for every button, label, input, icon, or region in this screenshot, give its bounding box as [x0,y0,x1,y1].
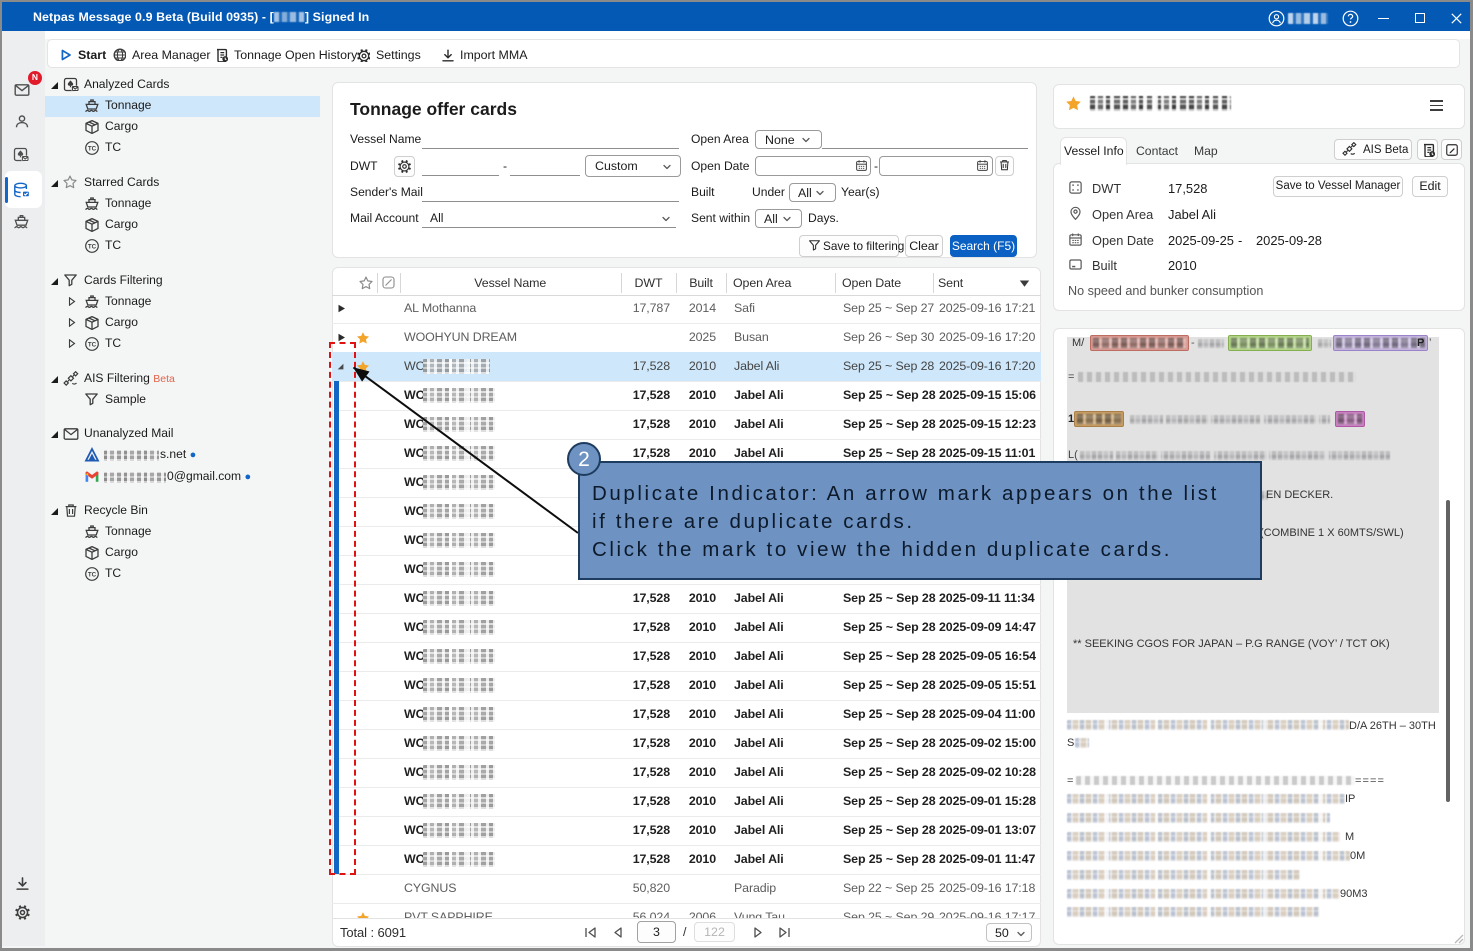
svg-text:TC: TC [88,243,97,250]
svg-text:TC: TC [88,145,97,152]
svg-text:TC: TC [88,341,97,348]
svg-text:TC: TC [88,571,97,578]
